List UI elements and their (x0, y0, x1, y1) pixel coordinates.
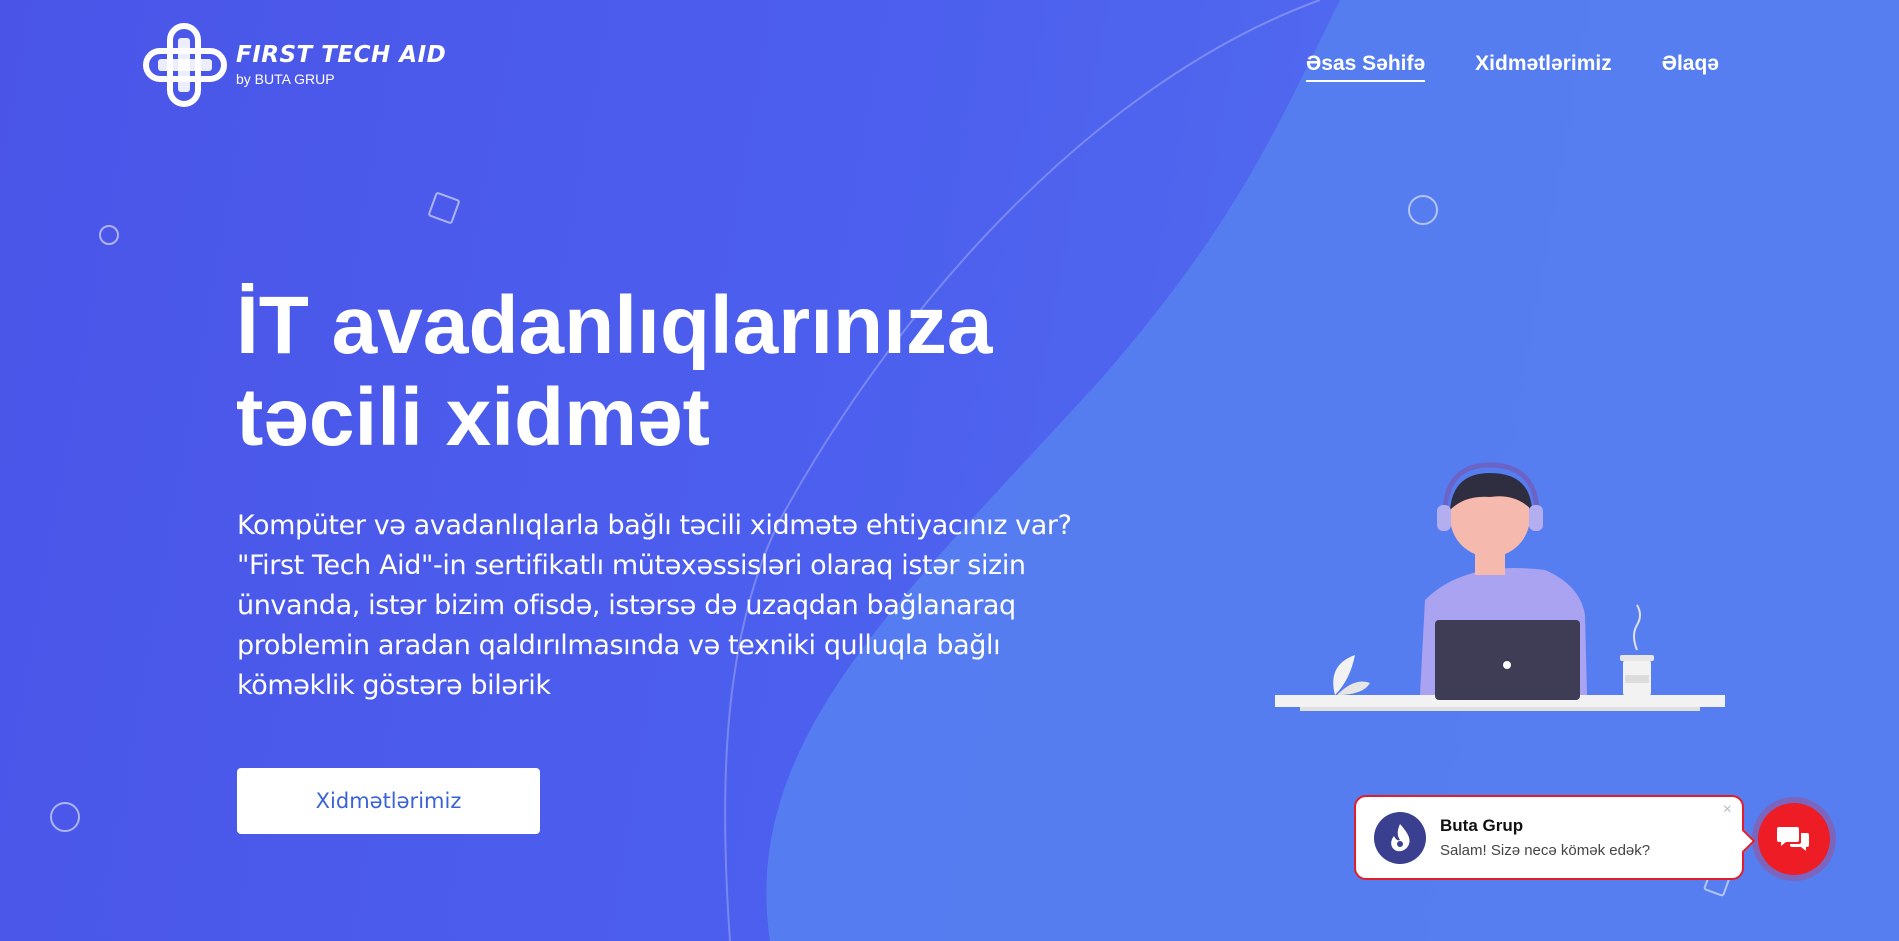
logo-title: FIRST TECH AID (236, 41, 447, 68)
chat-popup[interactable]: Buta Grup Salam! Sizə necə kömək edək? × (1354, 795, 1744, 880)
hero-description: Kompüter və avadanlıqlarla bağlı təcili … (237, 510, 1072, 701)
hero-title-line2: təcili xidmət (236, 372, 710, 463)
chat-sender-name: Buta Grup (1440, 816, 1524, 835)
decorative-circle (99, 225, 119, 245)
chat-bubbles-icon (1777, 827, 1809, 851)
chat-open-button[interactable] (1758, 803, 1830, 875)
decorative-circle (50, 802, 80, 832)
chat-avatar (1374, 811, 1426, 864)
main-nav: Əsas Səhifə Xidmətlərimiz Əlaqə (1306, 52, 1719, 82)
chat-message: Salam! Sizə necə kömək edək? (1440, 842, 1651, 859)
close-icon[interactable]: × (1723, 801, 1732, 819)
buta-flame-icon (1391, 823, 1410, 851)
decorative-circle (1408, 195, 1438, 225)
medical-cross-logo-icon (143, 23, 227, 107)
nav-contact[interactable]: Əlaqə (1662, 52, 1719, 82)
person-at-laptop-illustration (1275, 462, 1725, 711)
nav-home[interactable]: Əsas Səhifə (1306, 52, 1426, 82)
nav-services[interactable]: Xidmətlərimiz (1475, 52, 1612, 82)
hero-title-line1: İT avadanlıqlarınıza (236, 280, 993, 371)
hero-title: İT avadanlıqlarınıza təcili xidmət (236, 280, 1136, 464)
services-button[interactable]: Xidmətlərimiz (237, 768, 540, 834)
logo-subtitle: by BUTA GRUP (236, 70, 335, 87)
logo[interactable]: FIRST TECH AID by BUTA GRUP (140, 20, 446, 110)
